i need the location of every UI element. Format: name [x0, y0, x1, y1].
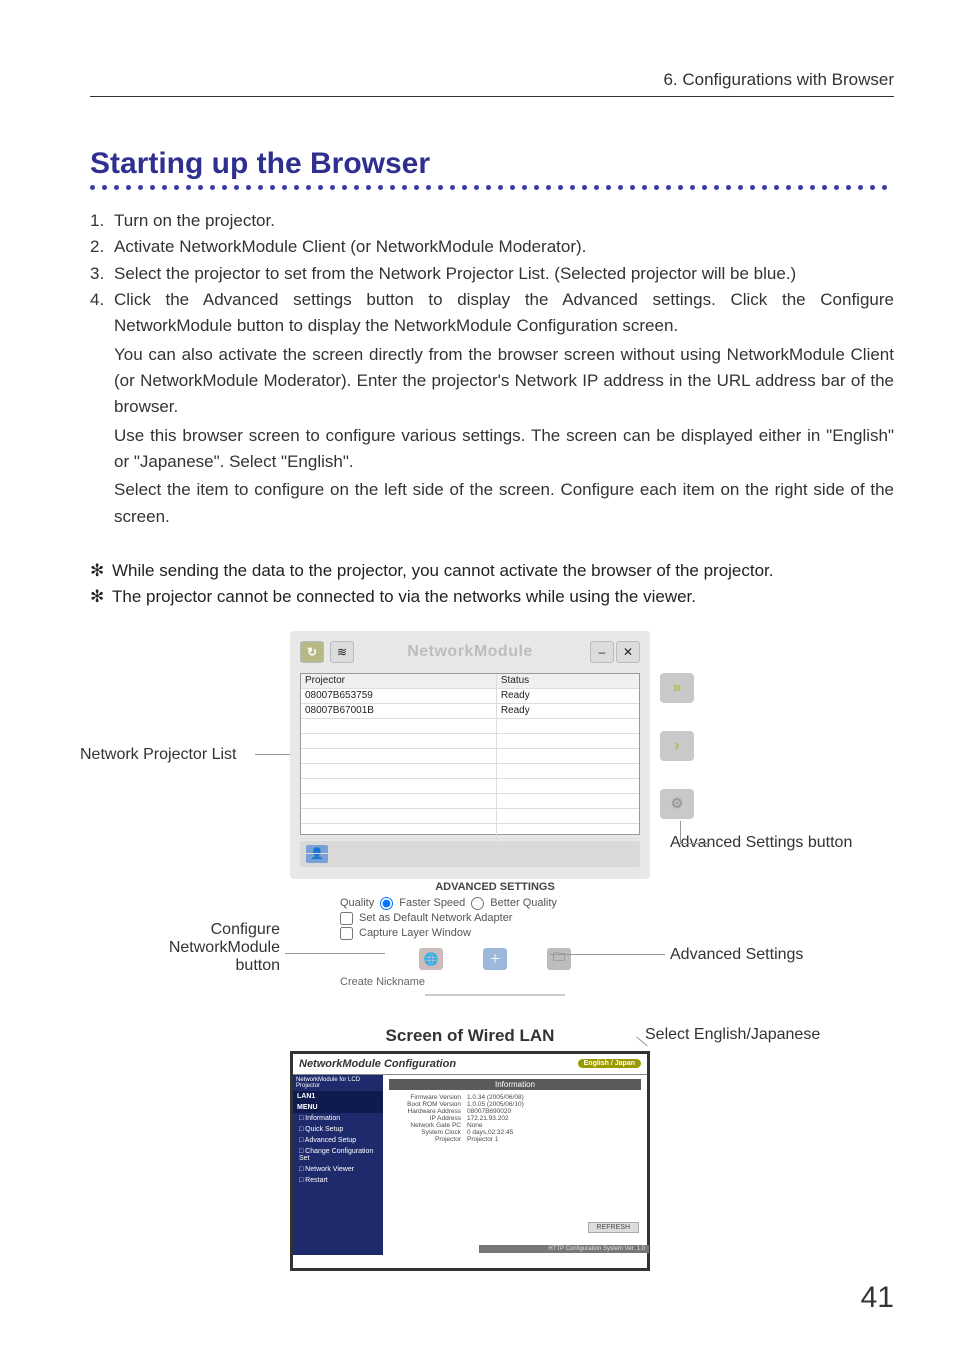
config-screen: NetworkModule Configuration English / Ja…: [290, 1051, 650, 1271]
instructions-block: 1.Turn on the projector.2.Activate Netwo…: [90, 208, 894, 530]
info-row: ProjectorProjector 1: [383, 1136, 647, 1143]
create-nickname-label: Create Nickname: [340, 976, 650, 988]
label-projector-list: Network Projector List: [80, 746, 237, 764]
instruction-paragraph: You can also activate the screen directl…: [114, 342, 894, 421]
title-bar: ↻ ≋ NetworkModule – ✕: [300, 639, 640, 665]
config-main: Information Firmware Version1.0.34 (2005…: [383, 1075, 647, 1255]
advanced-settings-button[interactable]: ⚙: [660, 789, 694, 819]
connect-button[interactable]: ›: [660, 731, 694, 761]
table-row[interactable]: 08007B67001BReady: [301, 704, 639, 719]
advanced-settings-panel: ADVANCED SETTINGS Quality Faster Speed B…: [340, 881, 650, 996]
sidebar-item[interactable]: □ Advanced Setup: [293, 1135, 383, 1146]
app-title: NetworkModule: [407, 643, 533, 661]
label-adv-settings: Advanced Settings: [670, 946, 803, 964]
faster-speed-radio[interactable]: [380, 897, 393, 910]
wired-lan-title: Screen of Wired LAN: [290, 1026, 650, 1046]
info-row: Hardware Address08007B690020: [383, 1108, 647, 1115]
col-projector: Projector: [301, 674, 497, 688]
sidebar-group-lan: LAN1: [293, 1091, 383, 1102]
info-row: Firmware Version1.0.34 (2005/06/08): [383, 1094, 647, 1101]
sidebar-item[interactable]: □ Restart: [293, 1175, 383, 1186]
network-projector-list[interactable]: Projector Status 08007B653759Ready08007B…: [300, 673, 640, 835]
refresh-icon[interactable]: ↻: [300, 641, 324, 663]
sidebar-item[interactable]: □ Network Viewer: [293, 1164, 383, 1175]
side-buttons: » › ⚙: [660, 673, 694, 819]
table-row[interactable]: 08007B653759Ready: [301, 689, 639, 704]
label-configure-button: Configure NetworkModule button: [150, 921, 280, 975]
add-button[interactable]: ＋: [483, 948, 507, 970]
leader-line: [680, 843, 710, 844]
instruction-step: 4.Click the Advanced settings button to …: [90, 287, 894, 340]
advanced-heading: ADVANCED SETTINGS: [340, 881, 650, 893]
leader-line: [255, 754, 290, 755]
default-adapter-label: Set as Default Network Adapter: [359, 912, 512, 924]
default-adapter-checkbox[interactable]: [340, 912, 353, 925]
folder-button[interactable]: 🗀: [547, 948, 571, 970]
faster-speed-label: Faster Speed: [399, 897, 465, 909]
sidebar-group-menu: MENU: [293, 1102, 383, 1113]
configure-networkmodule-button[interactable]: 🌐: [419, 948, 443, 970]
minimize-icon[interactable]: –: [590, 641, 614, 663]
config-title: NetworkModule Configuration: [299, 1058, 456, 1070]
divider: [425, 994, 565, 996]
refresh-button[interactable]: REFRESH: [588, 1222, 639, 1233]
close-icon[interactable]: ✕: [616, 641, 640, 663]
note-item: ✻The projector cannot be connected to vi…: [90, 584, 894, 610]
label-lang-select: Select English/Japanese: [645, 1026, 820, 1044]
instruction-paragraph: Use this browser screen to configure var…: [114, 423, 894, 476]
instruction-step: 2.Activate NetworkModule Client (or Netw…: [90, 234, 894, 260]
connect-all-button[interactable]: »: [660, 673, 694, 703]
sidebar-item[interactable]: □ Information: [293, 1113, 383, 1124]
figure-area: ↻ ≋ NetworkModule – ✕ Projector Status 0…: [90, 631, 894, 1291]
info-row: Boot ROM Version1.0.05 (2005/06/10): [383, 1101, 647, 1108]
leader-line: [285, 953, 385, 954]
capture-layer-label: Capture Layer Window: [359, 927, 471, 939]
info-title: Information: [389, 1079, 641, 1090]
col-status: Status: [497, 674, 639, 688]
leader-line: [680, 821, 681, 843]
config-header: NetworkModule Configuration English / Ja…: [293, 1054, 647, 1075]
header-rule: [90, 96, 894, 97]
instruction-step: 1.Turn on the projector.: [90, 208, 894, 234]
better-quality-label: Better Quality: [490, 897, 557, 909]
quality-label: Quality: [340, 897, 374, 909]
capture-layer-checkbox[interactable]: [340, 927, 353, 940]
app-window: ↻ ≋ NetworkModule – ✕ Projector Status 0…: [290, 631, 650, 879]
instruction-step: 3.Select the projector to set from the N…: [90, 261, 894, 287]
page-title: Starting up the Browser: [90, 147, 894, 181]
info-row: System Clock0 days,02:32:45: [383, 1129, 647, 1136]
info-row: IP Address172.21.93.202: [383, 1115, 647, 1122]
better-quality-radio[interactable]: [471, 897, 484, 910]
chapter-header: 6. Configurations with Browser: [90, 70, 894, 96]
sidebar-item[interactable]: □ Quick Setup: [293, 1124, 383, 1135]
sidebar-top: NetworkModule for LCD Projector: [293, 1075, 383, 1091]
sidebar-item[interactable]: □ Change Configuration Set: [293, 1146, 383, 1164]
leader-line: [550, 954, 665, 955]
config-footer: HTTP Configuration System Ver. 1.0: [479, 1245, 649, 1253]
language-selector[interactable]: English / Japan: [578, 1059, 641, 1068]
decorative-dots: [90, 185, 894, 190]
info-row: Network Gate PCNone: [383, 1122, 647, 1129]
config-sidebar: NetworkModule for LCD Projector LAN1 MEN…: [293, 1075, 383, 1255]
note-item: ✻While sending the data to the projector…: [90, 558, 894, 584]
wifi-icon[interactable]: ≋: [330, 641, 354, 663]
instruction-paragraph: Select the item to configure on the left…: [114, 477, 894, 530]
notes-block: ✻While sending the data to the projector…: [90, 558, 894, 611]
page-number: 41: [861, 1281, 894, 1315]
